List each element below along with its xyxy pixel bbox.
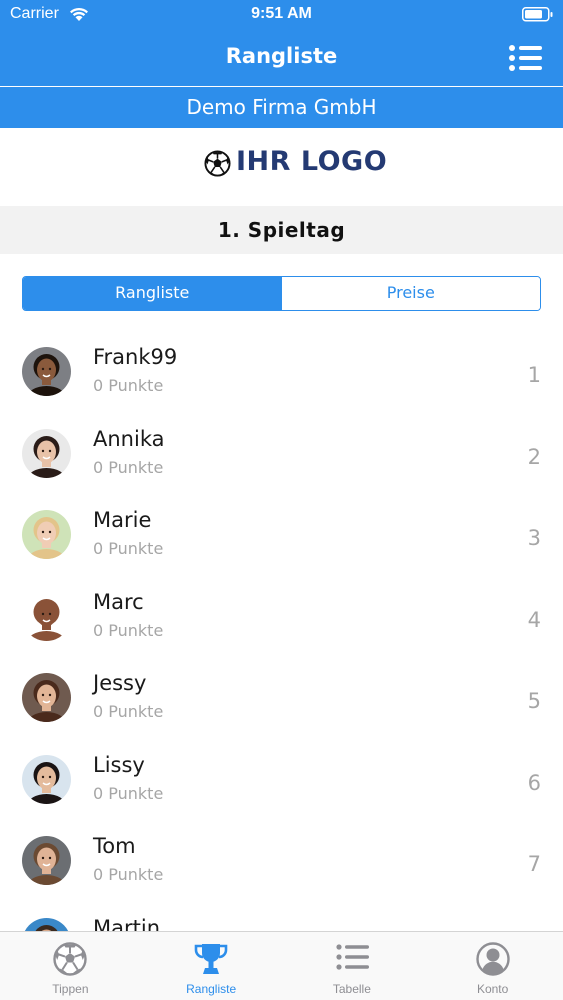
tab-label: Rangliste xyxy=(186,982,237,996)
player-name: Annika xyxy=(93,427,165,451)
player-name: Tom xyxy=(93,834,136,858)
list-menu-icon[interactable] xyxy=(508,44,542,76)
page-title: Rangliste xyxy=(225,44,338,68)
ranking-row[interactable]: Marc 0 Punkte 4 xyxy=(0,576,563,658)
ranking-list[interactable]: Frank99 0 Punkte 1 Annika 0 Punkte 2 Mar… xyxy=(0,331,563,931)
segment-rangliste[interactable]: Rangliste xyxy=(23,277,282,310)
ranking-row[interactable]: Annika 0 Punkte 2 xyxy=(0,413,563,495)
avatar xyxy=(22,836,71,885)
avatar xyxy=(22,673,71,722)
ranking-row[interactable]: Frank99 0 Punkte 1 xyxy=(0,331,563,413)
player-points: 0 Punkte xyxy=(93,539,164,558)
player-points: 0 Punkte xyxy=(93,865,164,884)
ranking-row[interactable]: Tom 0 Punkte 7 xyxy=(0,820,563,902)
logo-area: IHR LOGO xyxy=(0,128,563,206)
avatar xyxy=(22,592,71,641)
status-time: 9:51 AM xyxy=(251,5,312,22)
logo-text: IHR LOGO xyxy=(236,146,388,177)
player-name: Frank99 xyxy=(93,345,178,369)
person-icon xyxy=(475,942,510,980)
tab-label: Tippen xyxy=(52,982,89,996)
player-points: 0 Punkte xyxy=(93,784,164,803)
player-rank: 4 xyxy=(527,608,541,632)
player-rank: 7 xyxy=(527,852,541,876)
list-icon xyxy=(335,942,369,976)
segment-preise[interactable]: Preise xyxy=(281,277,540,310)
avatar xyxy=(22,347,71,396)
player-rank: 1 xyxy=(527,363,541,387)
soccer-ball-icon xyxy=(204,150,231,181)
battery-icon xyxy=(522,7,554,26)
player-name: Jessy xyxy=(93,671,147,695)
tab-bar: Tippen Rangliste Tabelle Konto xyxy=(0,931,563,1000)
avatar xyxy=(22,510,71,559)
ranking-row[interactable]: Jessy 0 Punkte 5 xyxy=(0,657,563,739)
navigation-bar: Rangliste xyxy=(0,30,563,86)
player-points: 0 Punkte xyxy=(93,621,164,640)
avatar xyxy=(22,755,71,804)
soccer-ball-icon xyxy=(53,942,88,980)
matchday-header: 1. Spieltag xyxy=(0,206,563,254)
player-points: 0 Punkte xyxy=(93,702,164,721)
player-rank: 3 xyxy=(527,526,541,550)
matchday-title: 1. Spieltag xyxy=(217,218,346,242)
player-points: 0 Punkte xyxy=(93,458,164,477)
tab-tippen[interactable]: Tippen xyxy=(0,932,141,1000)
player-rank: 2 xyxy=(527,445,541,469)
player-rank: 5 xyxy=(527,689,541,713)
segmented-control: Rangliste Preise xyxy=(22,276,541,311)
player-name: Marie xyxy=(93,508,152,532)
tab-tabelle[interactable]: Tabelle xyxy=(282,932,423,1000)
ranking-row[interactable]: Lissy 0 Punkte 6 xyxy=(0,739,563,821)
tab-label: Tabelle xyxy=(332,982,371,996)
player-rank: 6 xyxy=(527,771,541,795)
company-bar: Demo Firma GmbH xyxy=(0,87,563,128)
tab-konto[interactable]: Konto xyxy=(422,932,563,1000)
player-points: 0 Punkte xyxy=(93,376,164,395)
avatar xyxy=(22,918,71,931)
company-name: Demo Firma GmbH xyxy=(186,95,377,119)
tab-rangliste[interactable]: Rangliste xyxy=(141,932,282,1000)
tab-label: Konto xyxy=(476,982,509,996)
ranking-row[interactable]: Martin xyxy=(0,902,563,931)
ranking-row[interactable]: Marie 0 Punkte 3 xyxy=(0,494,563,576)
player-name: Lissy xyxy=(93,753,145,777)
status-bar: Carrier 9:51 AM xyxy=(0,0,563,30)
avatar xyxy=(22,429,71,478)
trophy-icon xyxy=(193,942,229,980)
player-name: Martin xyxy=(93,916,160,931)
player-name: Marc xyxy=(93,590,144,614)
